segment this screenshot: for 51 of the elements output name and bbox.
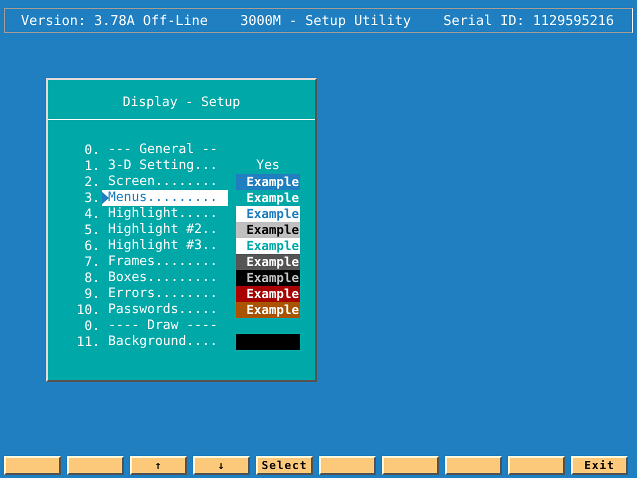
row-number: 11. xyxy=(76,334,101,350)
function-key-button[interactable] xyxy=(67,456,124,475)
function-key-button[interactable]: Exit xyxy=(571,456,628,475)
menu-item[interactable]: --- General -- xyxy=(102,142,228,158)
row-number: 7. xyxy=(83,254,101,270)
row-number: 9. xyxy=(83,286,101,302)
example-text: Example xyxy=(246,238,299,253)
function-key-button[interactable] xyxy=(4,456,61,475)
menu-item[interactable]: Screen........ xyxy=(102,174,228,190)
row-number: 3. xyxy=(83,190,101,206)
row-number: 4. xyxy=(83,206,101,222)
menu-item[interactable]: 3-D Setting... xyxy=(102,158,228,174)
menu-item[interactable]: Passwords..... xyxy=(102,302,228,318)
menu-item[interactable]: Background.... xyxy=(102,334,228,350)
example-text: Example xyxy=(246,190,299,205)
menu-item[interactable]: Highlight #2.. xyxy=(102,222,228,238)
row-number: 10. xyxy=(76,302,101,318)
example-text: Example xyxy=(246,270,299,285)
function-key-button[interactable]: ↑ xyxy=(130,456,187,475)
example-text: Example xyxy=(246,174,299,189)
row-number: 6. xyxy=(83,238,101,254)
function-key-button[interactable] xyxy=(508,456,565,475)
function-key-button[interactable]: ↓ xyxy=(193,456,250,475)
function-key-button[interactable] xyxy=(445,456,502,475)
menu-item[interactable]: Highlight..... xyxy=(102,206,228,222)
function-key-button[interactable] xyxy=(382,456,439,475)
menu-item[interactable]: Menus......... xyxy=(102,190,228,206)
row-number: 0. xyxy=(83,318,101,334)
setting-value: Yes xyxy=(255,158,281,174)
function-key-button[interactable] xyxy=(319,456,376,475)
example-text: Example xyxy=(246,222,299,237)
dialog-title: Display - Setup xyxy=(122,95,242,112)
menu-item[interactable]: Boxes......... xyxy=(102,270,228,286)
function-key-button[interactable]: Select xyxy=(256,456,313,475)
example-text: Example xyxy=(246,302,299,317)
example-text: Example xyxy=(246,254,299,269)
example-text: Example xyxy=(246,286,299,301)
row-number: 8. xyxy=(83,270,101,286)
menu-item[interactable]: Highlight #3.. xyxy=(102,238,228,254)
example-text: Example xyxy=(246,206,299,221)
row-number: 2. xyxy=(83,174,101,190)
pointer-icon xyxy=(102,191,109,205)
app-title: 3000M - Setup Utility xyxy=(240,12,411,28)
menu-item[interactable]: Frames........ xyxy=(102,254,228,270)
row-number: 0. xyxy=(83,142,101,158)
row-number: 1. xyxy=(83,158,101,174)
menu-item[interactable]: ---- Draw ---- xyxy=(102,318,228,334)
version-label: Version: 3.78A Off-Line xyxy=(21,12,208,28)
serial-label: Serial ID: 1129595216 xyxy=(443,12,614,28)
row-number: 5. xyxy=(83,222,101,238)
menu-item[interactable]: Errors........ xyxy=(102,286,228,302)
